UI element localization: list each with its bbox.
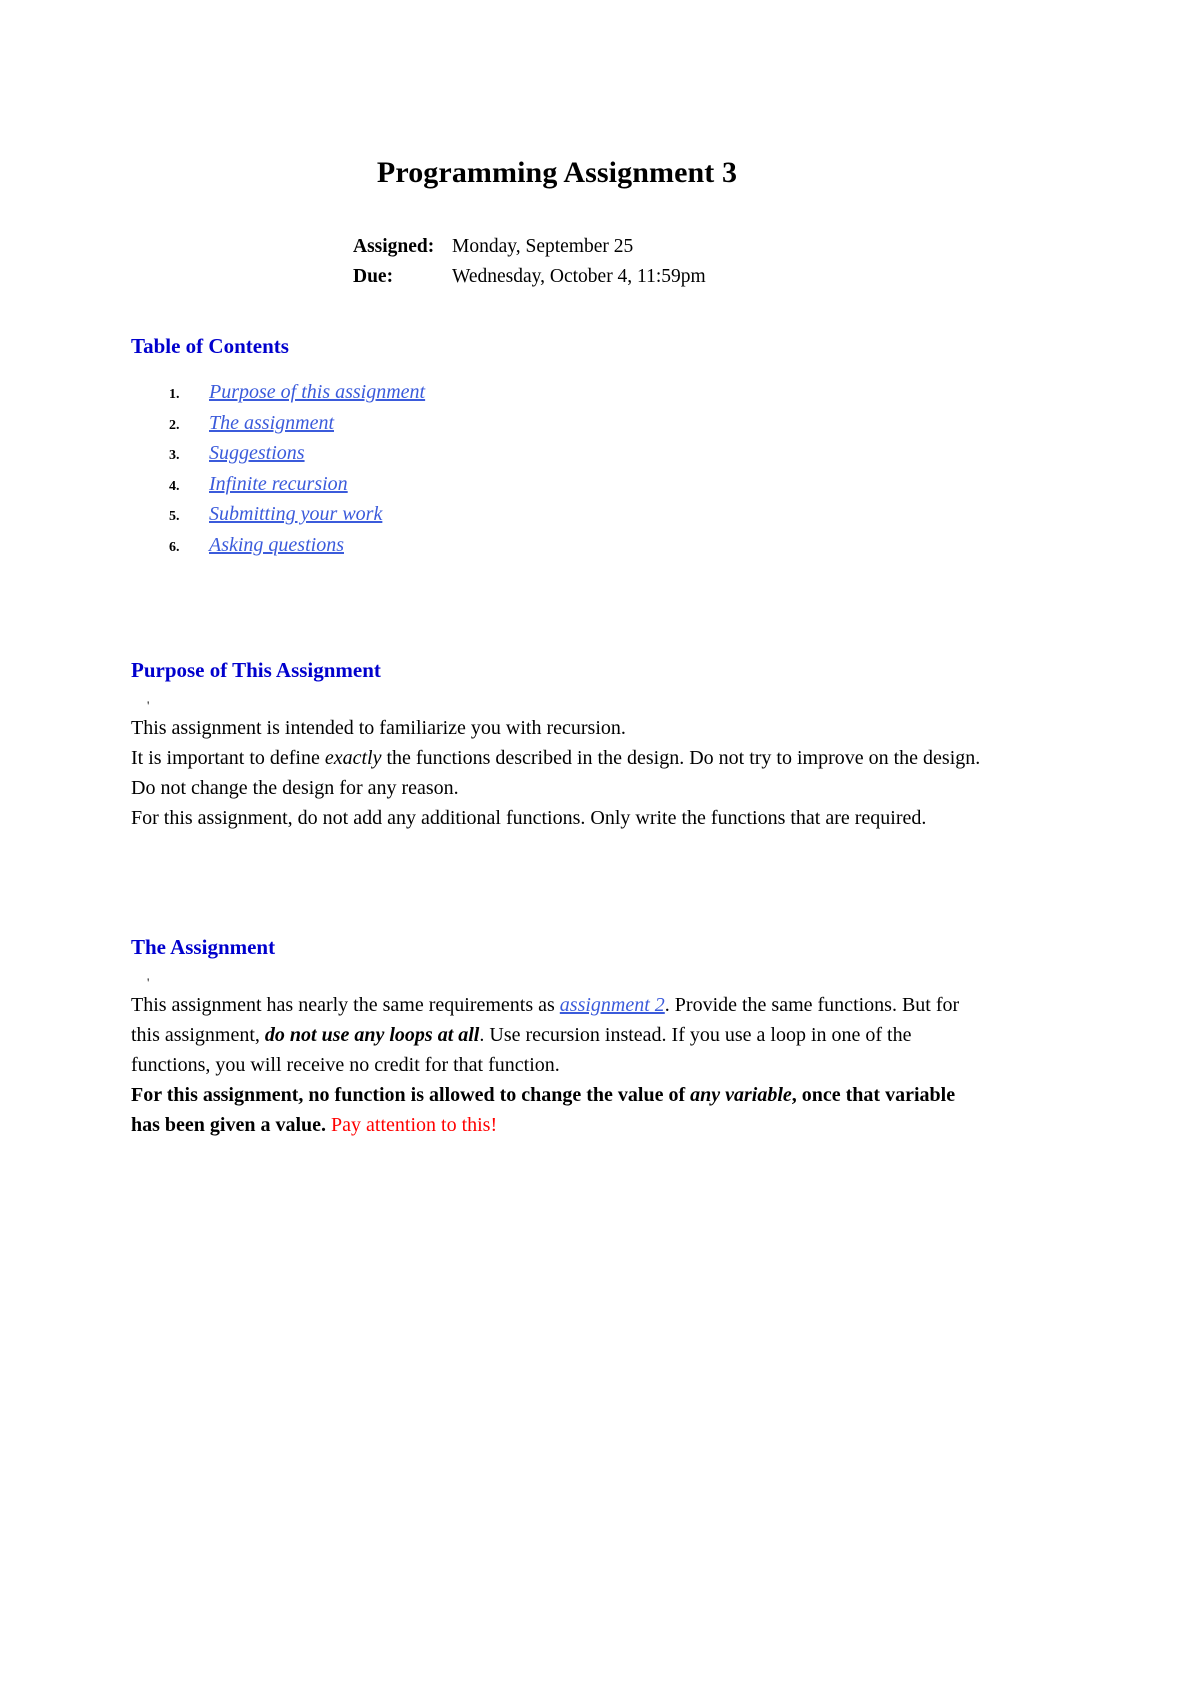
purpose-stray-mark: ' xyxy=(147,697,150,713)
purpose-paragraph-1: This assignment is intended to familiari… xyxy=(131,716,626,739)
page-title: Programming Assignment 3 xyxy=(376,156,738,189)
toc-link-purpose[interactable]: Purpose of this assignment xyxy=(209,381,425,403)
toc-item-purpose: Purpose of this assignment xyxy=(169,381,983,406)
purpose-paragraph-2: It is important to define exactly the fu… xyxy=(131,743,983,803)
assignment-meta: Assigned: Monday, September 25 Due: Wedn… xyxy=(131,232,983,292)
assigned-value: Monday, September 25 xyxy=(452,236,634,257)
toc-link-infinite-recursion[interactable]: Infinite recursion xyxy=(209,473,348,495)
due-value: Wednesday, October 4, 11:59pm xyxy=(452,266,706,287)
any-variable-emphasis: any variable xyxy=(690,1083,792,1106)
document-content: Programming Assignment 3 Assigned: Monda… xyxy=(131,0,983,1140)
toc-link-the-assignment[interactable]: The assignment xyxy=(209,412,334,434)
assignment-paragraph-2: For this assignment, no function is allo… xyxy=(131,1080,983,1140)
document-page: Programming Assignment 3 Assigned: Monda… xyxy=(0,0,1200,1698)
assignment-2-link[interactable]: assignment 2 xyxy=(560,994,665,1016)
table-of-contents-list: Purpose of this assignment The assignmen… xyxy=(131,381,983,559)
assigned-row: Assigned: Monday, September 25 xyxy=(353,232,983,262)
toc-link-submitting-your-work[interactable]: Submitting your work xyxy=(209,503,382,525)
assignment-stray-mark: ' xyxy=(147,974,150,990)
toc-item-suggestions: Suggestions xyxy=(169,442,983,467)
toc-link-asking-questions[interactable]: Asking questions xyxy=(209,534,344,556)
assignment-paragraph-1-part-a: This assignment has nearly the same requ… xyxy=(131,993,560,1016)
purpose-paragraph-2-emphasis: exactly xyxy=(324,746,382,769)
assigned-label: Assigned: xyxy=(353,236,435,257)
assignment-section-heading: The Assignment xyxy=(131,934,276,959)
purpose-paragraph-3: For this assignment, do not add any addi… xyxy=(131,806,927,829)
purpose-section-heading: Purpose of This Assignment xyxy=(131,657,381,682)
due-row: Due: Wednesday, October 4, 11:59pm xyxy=(353,262,983,292)
assignment-paragraph-1: This assignment has nearly the same requ… xyxy=(131,990,983,1080)
due-label: Due: xyxy=(353,266,394,287)
purpose-paragraph-2-part-a: It is important to define xyxy=(131,746,325,769)
pay-attention-alert: Pay attention to this! xyxy=(331,1113,498,1136)
toc-item-the-assignment: The assignment xyxy=(169,412,983,437)
assignment-paragraph-2-part-a: For this assignment, no function is allo… xyxy=(131,1083,691,1106)
toc-item-submitting-your-work: Submitting your work xyxy=(169,503,983,528)
table-of-contents-heading: Table of Contents xyxy=(131,334,289,358)
toc-item-asking-questions: Asking questions xyxy=(169,534,983,559)
toc-item-infinite-recursion: Infinite recursion xyxy=(169,473,983,498)
no-loops-emphasis: do not use any loops at all xyxy=(264,1023,480,1046)
toc-link-suggestions[interactable]: Suggestions xyxy=(209,442,305,464)
